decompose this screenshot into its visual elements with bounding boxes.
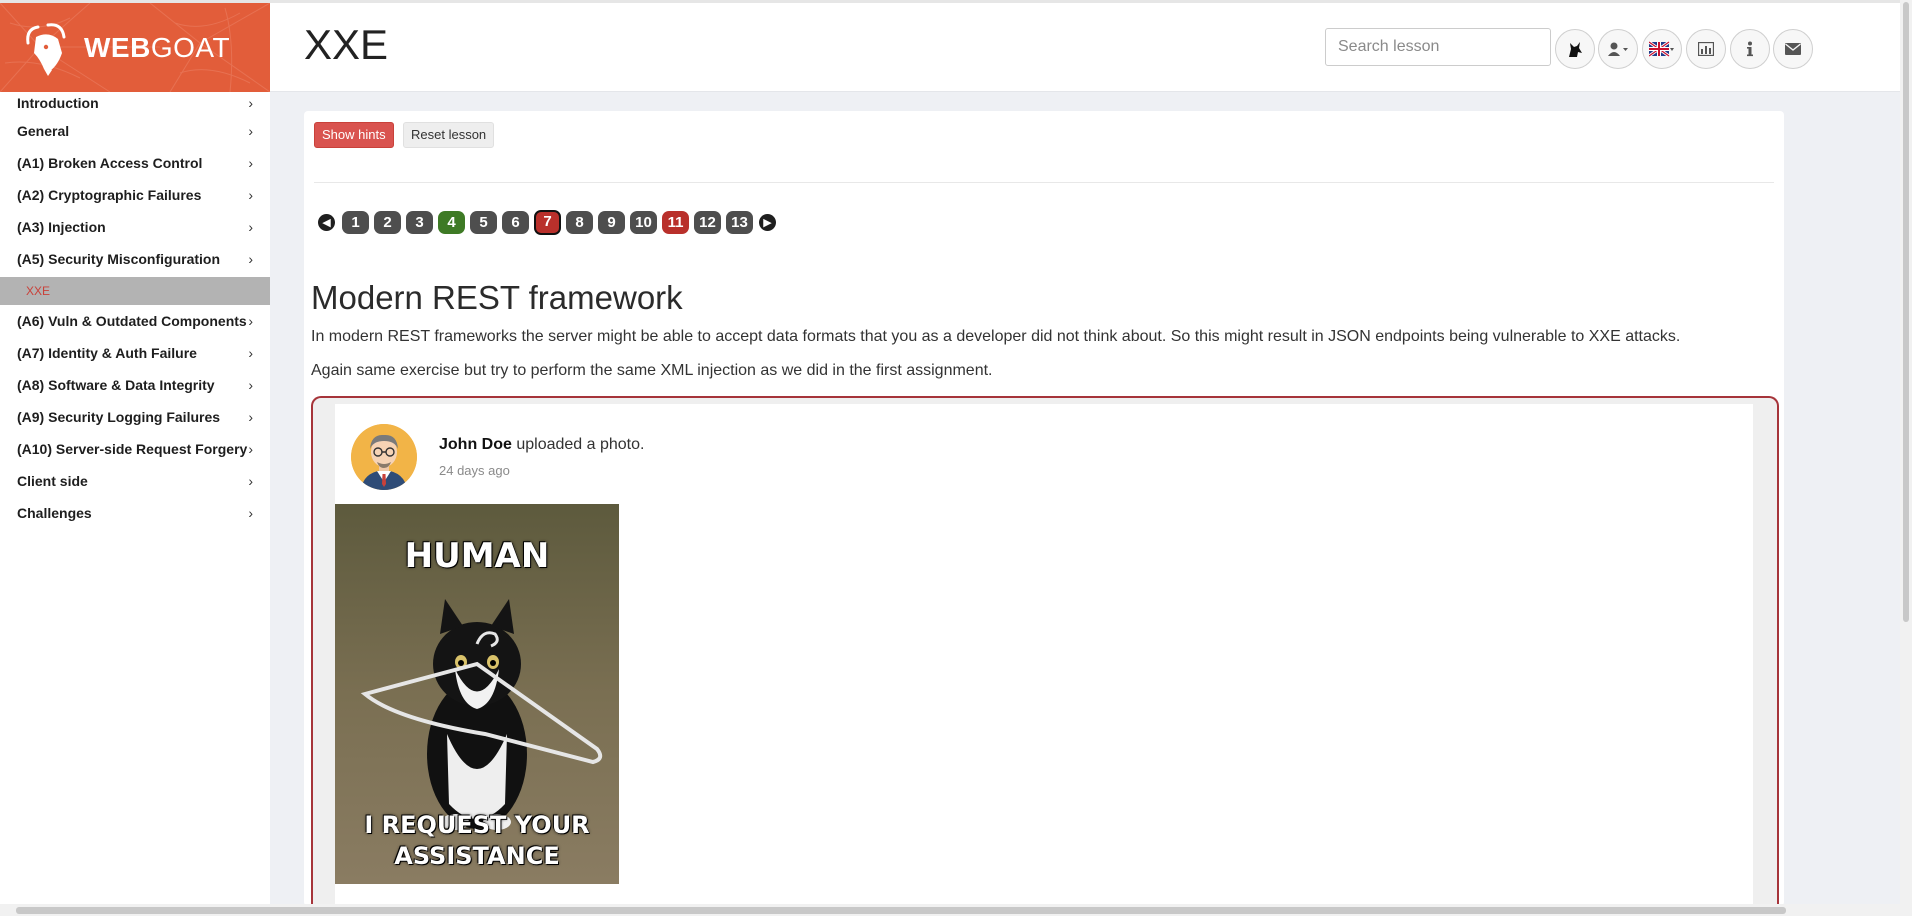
sidebar-item-a8[interactable]: (A8) Software & Data Integrity › xyxy=(0,371,270,403)
page-button-5[interactable]: 5 xyxy=(470,210,497,234)
scrollbar-thumb[interactable] xyxy=(16,907,1786,914)
chevron-right-icon: › xyxy=(248,187,253,203)
chart-icon xyxy=(1698,42,1714,56)
search-input[interactable] xyxy=(1325,28,1551,66)
sidebar-item-a9[interactable]: (A9) Security Logging Failures › xyxy=(0,403,270,435)
page-button-10[interactable]: 10 xyxy=(630,210,657,234)
post-author-name[interactable]: John Doe xyxy=(439,436,512,453)
vertical-scrollbar[interactable] xyxy=(1900,0,1912,904)
chevron-right-icon: › xyxy=(248,409,253,425)
lesson-pager: ◀ 1 2 3 4 5 6 7 8 9 10 11 12 13 ▶ xyxy=(314,207,780,237)
webgoat-logo[interactable]: WEBGOAT xyxy=(0,3,270,92)
page-button-12[interactable]: 12 xyxy=(694,210,721,234)
chevron-right-icon: › xyxy=(248,123,253,139)
brand-name: WEBGOAT xyxy=(84,31,231,63)
page-button-6[interactable]: 6 xyxy=(502,210,529,234)
sidebar-item-a6[interactable]: (A6) Vuln & Outdated Components › xyxy=(0,307,270,339)
lesson-card: Show hints Reset lesson ◀ 1 2 3 4 5 6 7 … xyxy=(304,111,1784,916)
language-button[interactable] xyxy=(1642,29,1682,69)
chevron-right-icon: › xyxy=(248,345,253,361)
arrow-left-icon[interactable]: ◀ xyxy=(318,213,335,231)
chevron-right-icon: › xyxy=(248,313,253,329)
report-card-button[interactable] xyxy=(1686,29,1726,69)
page-button-11[interactable]: 11 xyxy=(662,210,689,234)
photo-caption-bottom: I REQUEST YOUR ASSISTANCE xyxy=(364,811,590,870)
wolf-icon xyxy=(1569,42,1582,57)
page-button-9[interactable]: 9 xyxy=(598,210,625,234)
flag-uk-icon xyxy=(1649,41,1674,57)
scrollbar-thumb[interactable] xyxy=(1903,2,1909,622)
user-menu-button[interactable] xyxy=(1598,29,1638,69)
divider xyxy=(314,182,1774,183)
sidebar-subitem-xxe[interactable]: XXE xyxy=(0,277,270,305)
lesson-paragraph: Again same exercise but try to perform t… xyxy=(311,362,993,379)
show-hints-button[interactable]: Show hints xyxy=(314,122,394,148)
sidebar-item-a10[interactable]: (A10) Server-side Request Forgery › xyxy=(0,435,270,467)
page-button-2[interactable]: 2 xyxy=(374,210,401,234)
uploaded-photo: HUMAN I REQUEST YOUR ASSISTANCE xyxy=(335,504,619,884)
lesson-heading: Modern REST framework xyxy=(311,279,683,316)
chevron-right-icon: › xyxy=(248,219,253,235)
page-button-1[interactable]: 1 xyxy=(342,210,369,234)
post-author-line: John Doe uploaded a photo. xyxy=(439,436,645,453)
page-button-13[interactable]: 13 xyxy=(726,210,753,234)
contact-button[interactable] xyxy=(1773,29,1813,69)
sidebar-item-a5[interactable]: (A5) Security Misconfiguration › xyxy=(0,245,270,277)
sidebar-item-a2[interactable]: (A2) Cryptographic Failures › xyxy=(0,181,270,213)
sidebar-item-general[interactable]: General › xyxy=(0,117,270,149)
page-button-8[interactable]: 8 xyxy=(566,210,593,234)
post-timestamp: 24 days ago xyxy=(439,463,510,478)
avatar-illustration xyxy=(351,424,417,490)
sidebar-item-challenges[interactable]: Challenges › xyxy=(0,499,270,531)
header: XXE xyxy=(270,3,1900,92)
chevron-right-icon: › xyxy=(248,505,253,521)
page-button-4[interactable]: 4 xyxy=(438,210,465,234)
avatar xyxy=(351,424,417,490)
chevron-right-icon: › xyxy=(248,251,253,267)
about-button[interactable] xyxy=(1730,29,1770,69)
sidebar-item-introduction[interactable]: Introduction › xyxy=(0,90,270,117)
chevron-right-icon: › xyxy=(248,441,253,457)
chevron-right-icon: › xyxy=(248,95,253,111)
chevron-right-icon: › xyxy=(248,473,253,489)
mail-icon xyxy=(1785,43,1801,55)
sidebar-item-client-side[interactable]: Client side › xyxy=(0,467,270,499)
reset-lesson-button[interactable]: Reset lesson xyxy=(403,122,495,148)
lesson-paragraph: In modern REST frameworks the server mig… xyxy=(311,328,1681,345)
sidebar-item-a1[interactable]: (A1) Broken Access Control › xyxy=(0,149,270,181)
assignment-container: John Doe uploaded a photo. 24 days ago H… xyxy=(311,396,1779,916)
page-button-7[interactable]: 7 xyxy=(534,209,561,235)
sidebar-item-a7[interactable]: (A7) Identity & Auth Failure › xyxy=(0,339,270,371)
page-title: XXE xyxy=(304,21,389,68)
goat-icon xyxy=(26,22,66,76)
photo-post: John Doe uploaded a photo. 24 days ago H… xyxy=(335,404,1753,916)
horizontal-scrollbar[interactable] xyxy=(0,904,1912,916)
chevron-right-icon: › xyxy=(248,155,253,171)
page-button-3[interactable]: 3 xyxy=(406,210,433,234)
info-icon xyxy=(1747,41,1753,57)
photo-caption-top: HUMAN xyxy=(404,536,550,576)
sidebar: Introduction › General › (A1) Broken Acces… xyxy=(0,92,270,916)
arrow-right-icon[interactable]: ▶ xyxy=(759,213,776,231)
sidebar-item-a3[interactable]: (A3) Injection › xyxy=(0,213,270,245)
chevron-right-icon: › xyxy=(248,377,253,393)
wolf-button[interactable] xyxy=(1555,29,1595,69)
user-icon xyxy=(1608,42,1628,56)
